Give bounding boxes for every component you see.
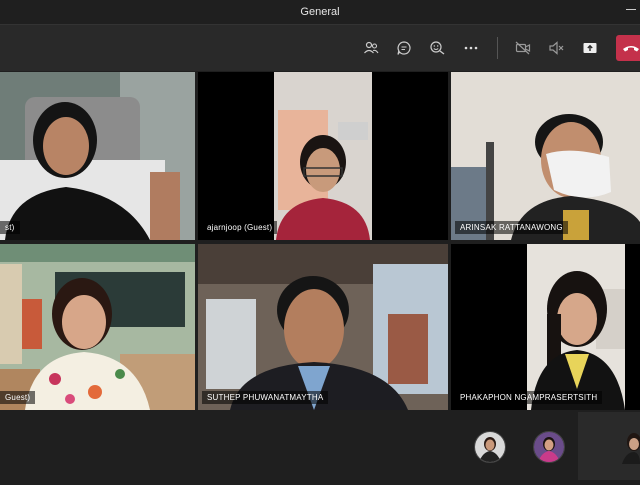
camera-off-icon xyxy=(515,41,531,55)
participant-video xyxy=(198,72,448,240)
video-tile[interactable]: ajarnjoop (Guest) xyxy=(198,72,448,240)
mic-muted-icon xyxy=(549,41,564,55)
reactions-button[interactable] xyxy=(426,37,448,59)
participants-icon xyxy=(364,41,379,54)
mic-toggle-button[interactable] xyxy=(545,37,567,59)
share-screen-button[interactable] xyxy=(579,37,601,59)
camera-toggle-button[interactable] xyxy=(512,37,534,59)
reactions-icon xyxy=(430,41,445,55)
video-tile[interactable]: st) xyxy=(0,72,195,240)
more-options-button[interactable] xyxy=(460,37,482,59)
participant-name: Guest) xyxy=(0,391,36,404)
toolbar-divider xyxy=(497,37,498,59)
participant-name: ARINSAK RATTANAWONG xyxy=(455,221,568,234)
participant-video xyxy=(0,72,195,240)
participant-video xyxy=(198,244,448,410)
title-bar: General xyxy=(0,0,640,24)
participant-video xyxy=(0,244,195,410)
participant-name: SUTHEP PHUWANATMAYTHA xyxy=(202,391,329,404)
meeting-toolbar xyxy=(0,24,640,71)
participant-avatar[interactable] xyxy=(533,431,565,463)
chat-button[interactable] xyxy=(393,37,415,59)
video-tile[interactable]: SUTHEP PHUWANATMAYTHA xyxy=(198,244,448,410)
participant-avatar[interactable] xyxy=(474,431,506,463)
participant-video xyxy=(451,72,640,240)
video-tile[interactable]: PHAKAPHON NGAMPRASERTSITH xyxy=(451,244,640,410)
participant-video xyxy=(451,244,640,410)
more-icon xyxy=(464,46,478,50)
participant-name: PHAKAPHON NGAMPRASERTSITH xyxy=(455,391,603,404)
participants-button[interactable] xyxy=(360,37,382,59)
video-tile[interactable]: Guest) xyxy=(0,244,195,410)
share-screen-icon xyxy=(583,43,597,53)
hang-up-icon xyxy=(623,46,639,52)
video-tile[interactable]: ARINSAK RATTANAWONG xyxy=(451,72,640,240)
window-title: General xyxy=(300,6,340,18)
participant-name: st) xyxy=(0,221,20,234)
participant-name: ajarnjoop (Guest) xyxy=(202,221,278,234)
hang-up-button[interactable] xyxy=(616,35,640,61)
chat-icon xyxy=(397,41,411,55)
self-view-tile[interactable] xyxy=(578,412,640,480)
minimize-button[interactable] xyxy=(626,4,636,14)
